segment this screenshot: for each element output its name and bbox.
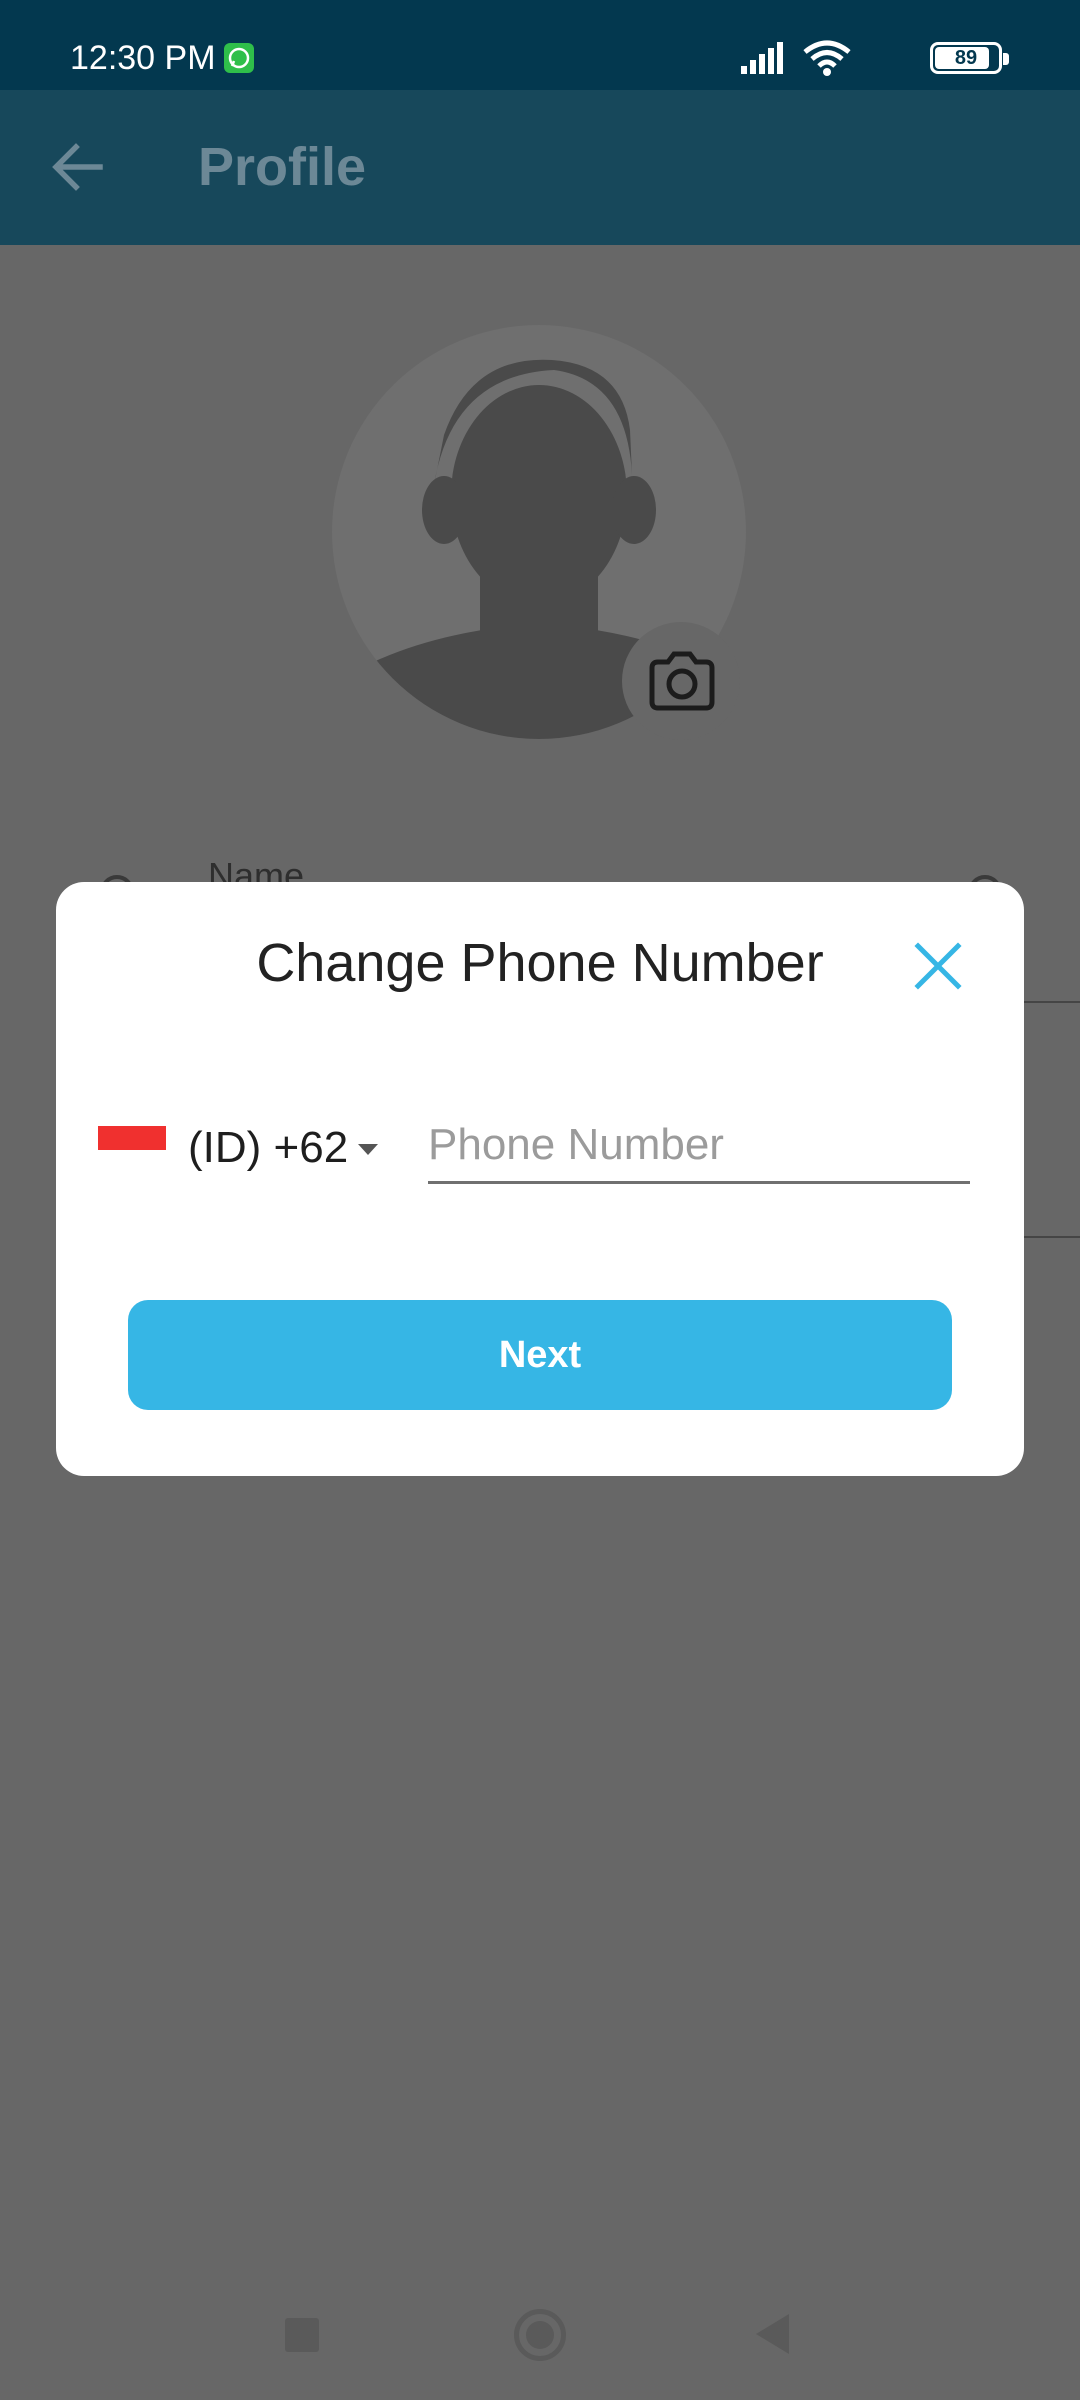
screen: 12:30 PM 89 Profile Name Change Phone Nu… bbox=[0, 0, 1080, 2400]
change-photo-button[interactable] bbox=[622, 622, 740, 740]
next-button[interactable]: Next bbox=[128, 1300, 952, 1410]
divider bbox=[1024, 1236, 1080, 1238]
camera-icon bbox=[649, 651, 715, 711]
back-triangle-icon[interactable] bbox=[756, 2314, 789, 2354]
wifi-icon bbox=[803, 40, 851, 76]
whatsapp-icon bbox=[224, 43, 254, 73]
change-phone-dialog: Change Phone Number (ID) +62 Next bbox=[56, 882, 1024, 1476]
divider bbox=[1024, 1001, 1080, 1003]
home-circle-icon[interactable] bbox=[514, 2309, 566, 2361]
dialog-title: Change Phone Number bbox=[256, 933, 824, 993]
battery-level: 89 bbox=[954, 47, 978, 69]
status-time: 12:30 PM bbox=[70, 39, 216, 77]
phone-number-input[interactable] bbox=[428, 1108, 970, 1184]
chevron-down-icon bbox=[358, 1144, 378, 1155]
battery-icon: 89 bbox=[930, 42, 1009, 74]
indonesia-flag-icon bbox=[98, 1126, 166, 1150]
recents-square-icon[interactable] bbox=[285, 2318, 319, 2352]
country-code: (ID) +62 bbox=[188, 1123, 349, 1172]
signal-icon bbox=[741, 42, 783, 74]
page-title: Profile bbox=[198, 137, 367, 197]
close-icon[interactable] bbox=[908, 936, 968, 996]
app-bar: Profile bbox=[0, 90, 1080, 245]
status-bar: 12:30 PM 89 bbox=[0, 0, 1080, 90]
arrow-left-icon[interactable] bbox=[50, 142, 104, 192]
